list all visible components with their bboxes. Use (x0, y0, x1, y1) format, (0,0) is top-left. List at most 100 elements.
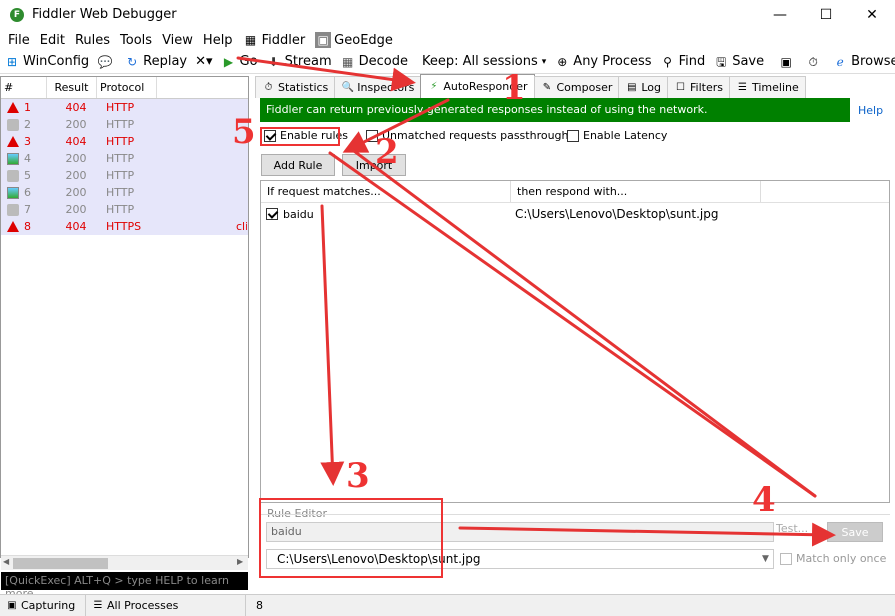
decode-icon: ▦ (341, 54, 354, 69)
screenshot-button[interactable]: ▣ (774, 51, 801, 73)
save-button[interactable]: 🖫 Save (709, 51, 768, 73)
processes-icon: ☰ (93, 599, 103, 611)
session-row[interactable]: 5 200 HTTP (1, 167, 248, 184)
match-only-once-checkbox[interactable]: Match only once (780, 552, 886, 565)
stream-button[interactable]: ⬇ Stream (262, 51, 336, 73)
comment-button[interactable]: 💬 (93, 51, 120, 73)
keep-sessions-dropdown[interactable]: Keep: All sessions ▾ (418, 51, 550, 73)
session-protocol: HTTPS (106, 220, 142, 233)
session-result: 200 (65, 169, 87, 182)
session-result: 200 (65, 118, 87, 131)
tab-inspectors[interactable]: 🔍 Inspectors (334, 76, 422, 98)
process-filter[interactable]: ☰ All Processes (86, 594, 246, 616)
session-row[interactable]: 6 200 HTTP (1, 184, 248, 201)
find-button[interactable]: ⚲ Find (656, 51, 710, 73)
tab-label: Filters (690, 81, 723, 94)
column-header-number[interactable]: # (1, 77, 47, 98)
any-process-button[interactable]: ⊕ Any Process (550, 51, 655, 73)
session-row[interactable]: 7 200 HTTP (1, 201, 248, 218)
column-header-respond[interactable]: then respond with... (511, 181, 761, 202)
winconfig-button[interactable]: ⊞ WinConfig (0, 51, 93, 73)
rule-enabled-checkbox[interactable] (266, 208, 278, 220)
any-process-label: Any Process (573, 54, 652, 69)
menu-rules[interactable]: Rules (75, 33, 110, 48)
minimize-button[interactable]: — (757, 0, 803, 30)
session-row[interactable]: 3 404 HTTP (1, 133, 248, 150)
tab-icon: ▤ (627, 82, 637, 93)
image-icon (7, 186, 19, 199)
tab-composer[interactable]: ✎ Composer (533, 76, 620, 98)
session-protocol: HTTP (106, 203, 135, 216)
save-label: Save (732, 54, 765, 69)
tab-icon: ⏱ (264, 82, 273, 93)
chevron-down-icon[interactable]: ▼ (758, 550, 773, 568)
menu-fiddler[interactable]: ▦ Fiddler (243, 32, 306, 48)
help-link[interactable]: Help (858, 104, 883, 117)
decode-button[interactable]: ▦ Decode (336, 51, 412, 73)
timer-icon: ⏱ (808, 54, 818, 69)
annotation-number-5: 5 (232, 112, 256, 152)
maximize-button[interactable]: ☐ (803, 0, 849, 30)
tab-statistics[interactable]: ⏱ Statistics (255, 76, 336, 98)
lock-icon (7, 169, 19, 182)
processes-label: All Processes (107, 599, 179, 612)
rules-table-header: If request matches... then respond with.… (261, 181, 889, 203)
menu-edit[interactable]: Edit (40, 33, 65, 48)
warning-icon (7, 136, 19, 147)
tab-label: Inspectors (357, 81, 415, 94)
session-number: 2 (24, 118, 31, 131)
capturing-toggle[interactable]: ▣ Capturing (0, 594, 86, 616)
add-rule-button[interactable]: Add Rule (261, 154, 335, 176)
menu-help[interactable]: Help (203, 33, 233, 48)
remove-button[interactable]: ✕▾ (191, 51, 216, 73)
lock-icon (7, 118, 19, 131)
go-button[interactable]: ▶ Go (217, 51, 262, 73)
menu-tools[interactable]: Tools (120, 33, 152, 48)
save-icon: 🖫 (716, 54, 727, 69)
rule-row[interactable]: baidu C:\Users\Lenovo\Desktop\sunt.jpg (261, 203, 889, 225)
tab-icon: ✎ (542, 82, 552, 93)
image-icon (7, 152, 19, 165)
column-header-match[interactable]: If request matches... (261, 181, 511, 202)
session-result: 200 (65, 152, 87, 165)
quickexec-input[interactable]: [QuickExec] ALT+Q > type HELP to learn m… (1, 572, 248, 600)
camera-icon: ▣ (780, 54, 792, 69)
menu-view[interactable]: View (162, 33, 193, 48)
column-header-result[interactable]: Result (47, 77, 97, 98)
tab-timeline[interactable]: ☰ Timeline (729, 76, 806, 98)
timer-button[interactable]: ⏱ (801, 51, 828, 73)
inspector-tabs: ⏱ Statistics 🔍 Inspectors ⚡ AutoResponder ✎ Com… (255, 74, 895, 98)
session-row[interactable]: 4 200 HTTP (1, 150, 248, 167)
session-row[interactable]: 8 404 HTTPS clie (1, 218, 248, 235)
windows-icon: ⊞ (6, 54, 18, 69)
winconfig-label: WinConfig (23, 54, 90, 69)
menu-fiddler-label: Fiddler (261, 32, 306, 48)
tab-log[interactable]: ▤ Log (618, 76, 669, 98)
stream-label: Stream (284, 54, 332, 69)
replay-label: Replay (143, 54, 188, 69)
enable-latency-checkbox[interactable]: Enable Latency (567, 129, 667, 142)
menu-geoedge[interactable]: ▣ GeoEdge (315, 32, 393, 48)
browse-button[interactable]: ℯBrowse▾ (828, 51, 895, 73)
menu-file[interactable]: File (8, 33, 30, 48)
scroll-right-icon[interactable]: ▶ (237, 557, 243, 566)
browse-label: Browse (851, 54, 895, 69)
annotation-number-1: 1 (502, 68, 526, 108)
session-protocol: HTTP (106, 101, 135, 114)
annotation-number-4: 4 (752, 480, 776, 520)
tab-icon: ⚡ (430, 81, 438, 92)
test-button[interactable]: Test... (776, 522, 820, 542)
session-row[interactable]: 1 404 HTTP (1, 99, 248, 116)
scrollbar-thumb[interactable] (13, 558, 108, 569)
close-button[interactable]: ✕ (849, 0, 895, 30)
horizontal-scrollbar[interactable]: ◀ ▶ (1, 555, 248, 570)
session-number: 8 (24, 220, 31, 233)
rule-save-button[interactable]: Save (827, 522, 883, 542)
warning-icon (7, 221, 19, 232)
session-row[interactable]: 2 200 HTTP (1, 116, 248, 133)
scroll-left-icon[interactable]: ◀ (3, 557, 9, 566)
replay-button[interactable]: ↻ Replay (120, 51, 191, 73)
column-header-protocol[interactable]: Protocol (97, 77, 157, 98)
session-result: 200 (65, 203, 87, 216)
tab-filters[interactable]: ☐ Filters (667, 76, 730, 98)
